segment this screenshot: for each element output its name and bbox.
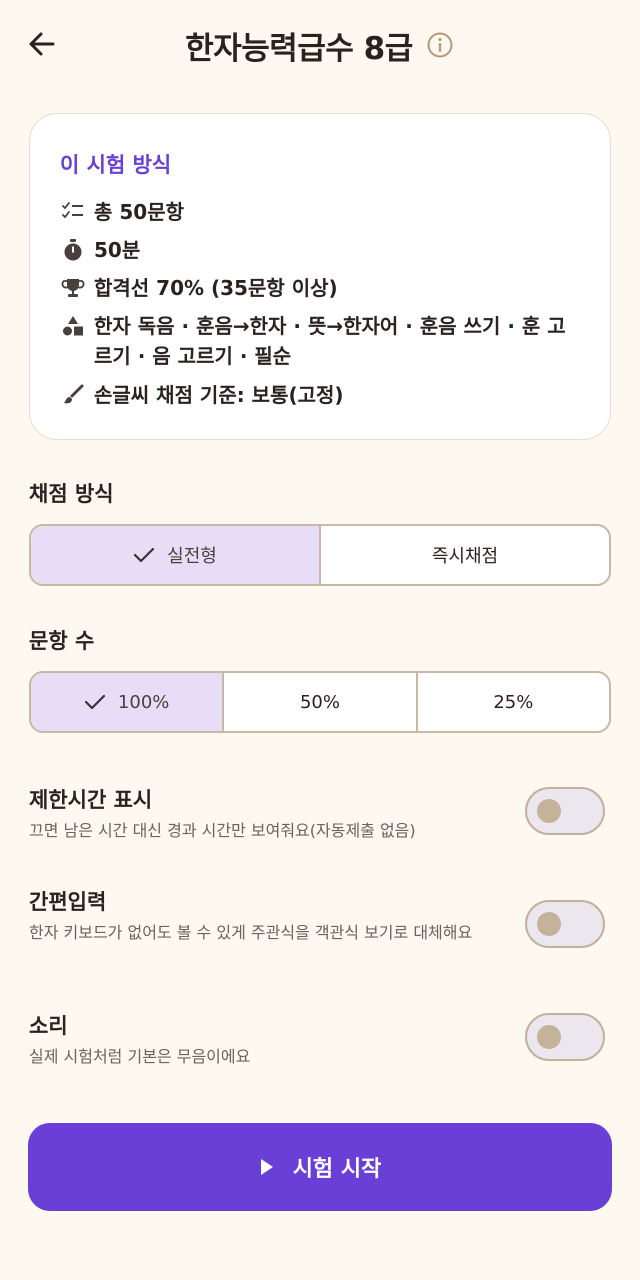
grading-label: 채점 방식 (29, 482, 114, 506)
toggle-knob (537, 912, 561, 936)
toggle-knob (537, 799, 561, 823)
setting-time-limit: 제한시간 표시 끄면 남은 시간 대신 경과 시간만 보여줘요(자동제출 없음) (29, 784, 611, 844)
app-header: 한자능력급수 8급 (0, 0, 640, 90)
setting-description: 한자 키보드가 없어도 볼 수 있게 주관식을 객관식 보기로 대체해요 (29, 923, 473, 942)
card-title: 이 시험 방식 (60, 153, 172, 177)
shapes-icon (60, 311, 86, 341)
info-row-pass-mark: 합격선 70% (35문항 이상) (60, 273, 338, 303)
exam-info-card: 이 시험 방식 총 50문항 50분 합격선 70% (35문항 이상) 한자 … (29, 113, 611, 440)
count-option-25[interactable]: 25% (418, 673, 609, 731)
count-option-100[interactable]: 100% (31, 673, 225, 731)
play-icon (260, 1159, 273, 1175)
setting-title: 소리 (29, 1014, 68, 1038)
option-label: 즉시채점 (431, 546, 499, 567)
sound-toggle[interactable] (525, 1013, 605, 1061)
info-row-duration: 50분 (60, 235, 140, 265)
info-text: 한자 독음 · 훈음→한자 · 뜻→한자어 · 훈음 쓰기 · 훈 고르기 · … (94, 314, 566, 368)
setting-sound: 소리 실제 시험처럼 기본은 무음이에요 (29, 1010, 611, 1070)
setting-title: 간편입력 (29, 890, 107, 914)
setting-title: 제한시간 표시 (29, 788, 153, 812)
setting-description: 끄면 남은 시간 대신 경과 시간만 보여줘요(자동제출 없음) (29, 821, 416, 840)
info-text: 합격선 70% (35문항 이상) (94, 276, 338, 300)
checklist-icon (60, 197, 86, 227)
setting-description: 실제 시험처럼 기본은 무음이에요 (29, 1047, 251, 1066)
info-row-questions: 총 50문항 (60, 197, 184, 227)
brush-icon (60, 380, 86, 410)
info-row-handwriting: 손글씨 채점 기준: 보통(고정) (60, 380, 344, 410)
info-text: 50분 (94, 238, 141, 262)
stopwatch-icon (60, 235, 86, 265)
page-title: 한자능력급수 8급 (185, 30, 413, 67)
question-count-label: 문항 수 (29, 629, 95, 653)
info-row-question-types: 한자 독음 · 훈음→한자 · 뜻→한자어 · 훈음 쓰기 · 훈 고르기 · … (60, 311, 585, 371)
start-exam-button[interactable]: 시험 시작 (28, 1123, 612, 1211)
info-text: 손글씨 채점 기준: 보통(고정) (94, 383, 344, 407)
count-option-50[interactable]: 50% (224, 673, 418, 731)
grading-option-instant[interactable]: 즉시채점 (321, 526, 609, 584)
info-button[interactable] (425, 30, 455, 60)
toggle-knob (537, 1025, 561, 1049)
setting-easy-input: 간편입력 한자 키보드가 없어도 볼 수 있게 주관식을 객관식 보기로 대체해… (29, 886, 611, 970)
check-icon (134, 547, 155, 563)
option-label: 실전형 (167, 546, 217, 567)
question-count-segmented-control: 100% 50% 25% (29, 671, 611, 733)
option-label: 50% (299, 691, 340, 713)
start-exam-label: 시험 시작 (292, 1157, 382, 1182)
option-label: 25% (493, 691, 534, 713)
info-circle-icon (427, 32, 453, 58)
time-limit-toggle[interactable] (525, 787, 605, 835)
option-label: 100% (117, 691, 170, 713)
trophy-icon (60, 273, 86, 303)
check-icon (84, 694, 106, 710)
easy-input-toggle[interactable] (525, 900, 605, 948)
grading-option-practice[interactable]: 실전형 (31, 526, 321, 584)
grading-segmented-control: 실전형 즉시채점 (29, 524, 611, 586)
info-text: 총 50문항 (94, 200, 184, 224)
